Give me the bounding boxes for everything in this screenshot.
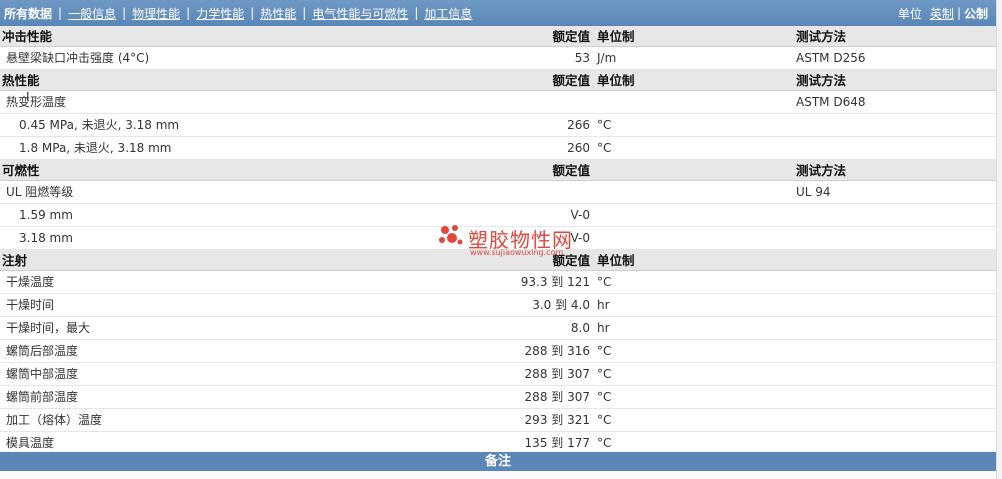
property-name: 3.18 mm <box>19 231 73 245</box>
table-row: 干燥时间 3.0 到 4.0 hr <box>0 294 996 317</box>
property-unit: J/m <box>597 51 617 65</box>
table-row: 加工（熔体）温度 293 到 321 °C <box>0 409 996 432</box>
nav-separator: | <box>302 6 307 20</box>
nav-separator: | <box>122 6 127 20</box>
text-cursor-icon: Ⅰ <box>26 90 30 104</box>
property-unit: hr <box>597 321 610 335</box>
notes-title: 备注 <box>484 454 511 469</box>
property-unit: °C <box>597 413 612 427</box>
top-nav-bar: 所有数据 | 一般信息 | 物理性能 | 力学性能 | 热性能 | 电气性能与可燃性 | 加工信息 单位… <box>0 0 996 26</box>
tab-nav: 所有数据 | 一般信息 | 物理性能 | 力学性能 | 热性能 | 电气性能与可燃性 | 加工信息 <box>0 5 472 22</box>
property-value: 93.3 到 121 <box>520 275 590 289</box>
property-name: 0.45 MPa, 未退火, 3.18 mm <box>19 118 180 132</box>
section-header: 冲击性能 额定值 单位制 测试方法 <box>0 26 996 47</box>
test-method: ASTM D256 <box>796 51 866 65</box>
property-unit: °C <box>597 367 612 381</box>
property-value: 288 到 307 <box>524 390 590 404</box>
property-unit: °C <box>597 141 612 155</box>
table-row: 0.45 MPa, 未退火, 3.18 mm 266 °C <box>0 114 996 137</box>
property-name: 悬壁梁缺口冲击强度 (4°C) <box>6 51 150 65</box>
property-name: 螺筒前部温度 <box>6 390 79 404</box>
method-column-header: 测试方法 <box>796 73 847 88</box>
unit-column-header: 单位制 <box>597 29 635 44</box>
table-row: 悬壁梁缺口冲击强度 (4°C) 53 J/m ASTM D256 <box>0 47 996 70</box>
property-name: 加工（熔体）温度 <box>6 413 103 427</box>
section-title: 可燃性 <box>2 163 40 178</box>
tab-2[interactable]: 物理性能 <box>132 5 180 22</box>
nav-separator: | <box>186 6 191 20</box>
table-row: 螺筒前部温度 288 到 307 °C <box>0 386 996 409</box>
value-column-header: 额定值 <box>552 29 590 44</box>
property-name: 螺筒中部温度 <box>6 367 79 381</box>
unit-metric-current[interactable]: 公制 <box>964 5 988 22</box>
test-method: ASTM D648 <box>796 95 866 109</box>
table-row: 1.8 MPa, 未退火, 3.18 mm 260 °C <box>0 137 996 160</box>
table-row: 干燥时间，最大 8.0 hr <box>0 317 996 340</box>
property-name: 1.59 mm <box>19 208 73 222</box>
property-unit: °C <box>597 118 612 132</box>
value-column-header: 额定值 <box>552 73 590 88</box>
property-unit: hr <box>597 298 610 312</box>
property-unit: °C <box>597 275 612 289</box>
unit-imperial-link[interactable]: 英制 <box>930 5 954 22</box>
property-value: 266 <box>567 118 590 132</box>
section-title: 冲击性能 <box>2 29 53 44</box>
property-unit: °C <box>597 344 612 358</box>
watermark-url: www.sujiaowuxing.com <box>470 248 564 257</box>
unit-switcher: 单位 英制 | 公制 <box>898 5 996 22</box>
property-value: 288 到 307 <box>524 367 590 381</box>
property-name: 干燥温度 <box>6 275 55 289</box>
property-value: 260 <box>567 141 590 155</box>
test-method: UL 94 <box>796 185 831 199</box>
section-title: 热性能 <box>2 73 40 88</box>
notes-footer: 备注 <box>0 452 996 471</box>
table-row: 螺筒后部温度 288 到 316 °C <box>0 340 996 363</box>
nav-separator: | <box>414 6 419 20</box>
property-name: 螺筒后部温度 <box>6 344 79 358</box>
section-header: 热性能 额定值 单位制 测试方法 <box>0 70 996 91</box>
property-name: 干燥时间 <box>6 298 55 312</box>
vertical-scrollbar[interactable] <box>996 0 1002 479</box>
table-row: 干燥温度 93.3 到 121 °C <box>0 271 996 294</box>
tab-0[interactable]: 所有数据 <box>4 5 52 22</box>
property-value: 8.0 <box>570 321 590 335</box>
tab-3[interactable]: 力学性能 <box>196 5 244 22</box>
property-name: UL 阻燃等级 <box>6 185 74 199</box>
section-title: 注射 <box>2 253 28 268</box>
bottom-strip <box>0 471 996 479</box>
property-name: 1.8 MPa, 未退火, 3.18 mm <box>19 141 172 155</box>
tab-5[interactable]: 电气性能与可燃性 <box>312 5 408 22</box>
tab-1[interactable]: 一般信息 <box>68 5 116 22</box>
watermark-logo: 塑胶物性网 www.sujiaowuxing.com <box>436 222 616 260</box>
property-value: 288 到 316 <box>524 344 590 358</box>
property-name: 干燥时间，最大 <box>6 321 91 335</box>
tab-6[interactable]: 加工信息 <box>424 5 472 22</box>
method-column-header: 测试方法 <box>796 163 847 178</box>
property-value: 3.0 到 4.0 <box>532 298 590 312</box>
table-row: 热变形温度 ASTM D648 <box>0 91 996 114</box>
nav-separator: | <box>250 6 255 20</box>
value-column-header: 额定值 <box>552 163 590 178</box>
property-value: 53 <box>574 51 590 65</box>
method-column-header: 测试方法 <box>796 29 847 44</box>
units-label: 单位 <box>897 6 922 21</box>
property-unit: °C <box>597 390 612 404</box>
property-value: 293 到 321 <box>524 413 590 427</box>
property-name: 热变形温度 <box>6 95 67 109</box>
table-row: UL 阻燃等级 UL 94 <box>0 181 996 204</box>
unit-separator: | <box>956 6 961 20</box>
unit-column-header: 单位制 <box>597 73 635 88</box>
table-row: 螺筒中部温度 288 到 307 °C <box>0 363 996 386</box>
watermark-dots-icon <box>439 225 463 245</box>
tab-4[interactable]: 热性能 <box>260 5 296 22</box>
nav-separator: | <box>58 6 63 20</box>
section-header: 可燃性 额定值 测试方法 <box>0 160 996 181</box>
